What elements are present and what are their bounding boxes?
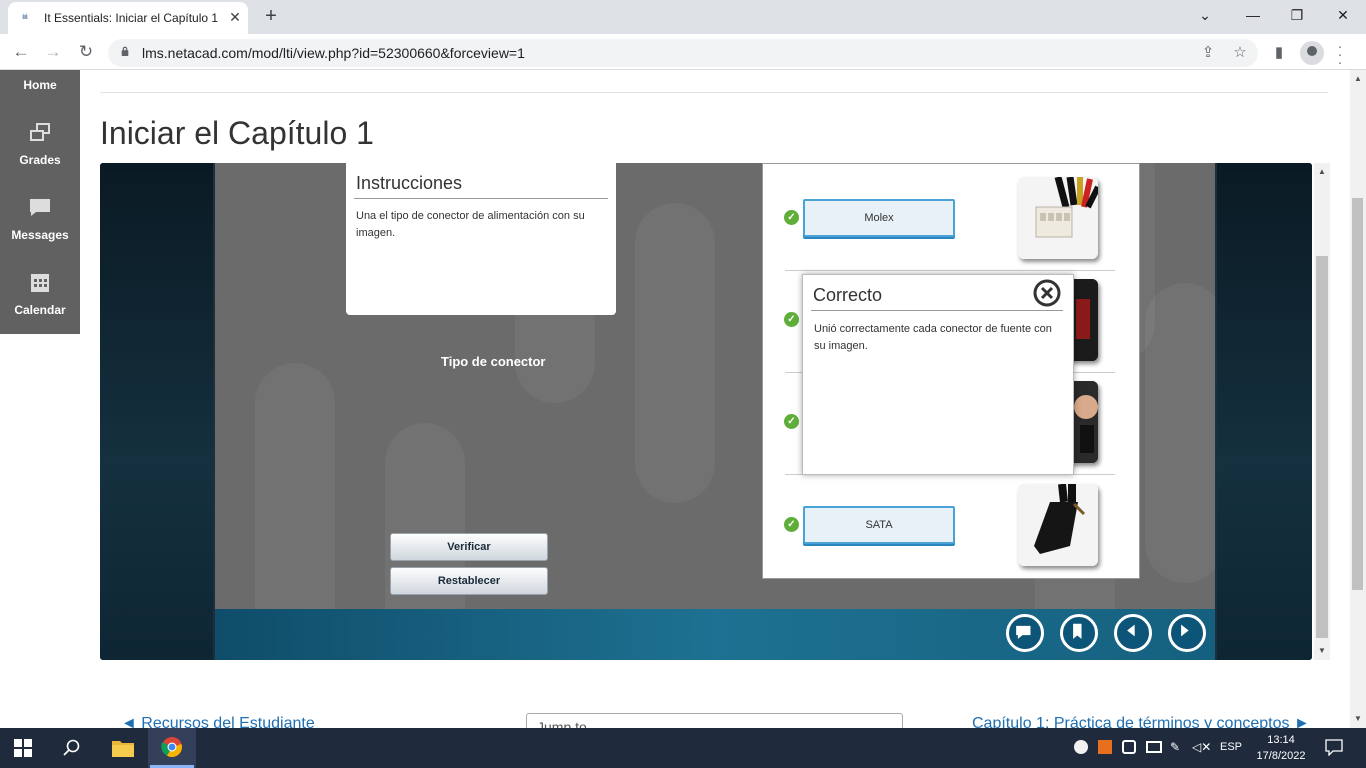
clock-time: 13:14 xyxy=(1267,734,1295,746)
scroll-down-icon[interactable]: ▼ xyxy=(1350,712,1366,726)
connector-button-sata[interactable]: SATA xyxy=(803,506,955,544)
page-scrollbar-thumb[interactable] xyxy=(1352,198,1363,590)
url-text[interactable]: lms.netacad.com/mod/lti/view.php?id=5230… xyxy=(142,45,525,61)
close-icon[interactable] xyxy=(1032,278,1062,308)
instructions-text: Una el tipo de conector de alimentación … xyxy=(356,210,585,239)
side-panel-icon[interactable]: ▮ xyxy=(1269,44,1289,62)
sidebar-item-home[interactable]: Home xyxy=(0,78,80,92)
verify-button[interactable]: Verificar xyxy=(390,533,548,561)
app-tray-icon[interactable] xyxy=(1098,740,1112,754)
minimize-button[interactable]: — xyxy=(1238,5,1268,25)
divider xyxy=(785,270,1115,271)
instructions-title: Instrucciones xyxy=(356,173,463,193)
search-icon[interactable] xyxy=(63,739,81,757)
frame-scroll-down-icon[interactable]: ▼ xyxy=(1314,644,1330,658)
messages-icon[interactable] xyxy=(28,197,52,219)
reload-button[interactable]: ↻ xyxy=(74,40,98,64)
feedback-modal: Correcto Unió correctamente cada conecto… xyxy=(802,274,1074,475)
close-window-button[interactable]: ✕ xyxy=(1328,5,1358,25)
chrome-icon[interactable] xyxy=(161,736,183,758)
pen-tray-icon[interactable]: ✎ xyxy=(1170,740,1184,754)
cisco-favicon-icon: ılıılı xyxy=(22,14,28,21)
lock-icon[interactable] xyxy=(120,46,130,56)
check-icon: ✓ xyxy=(784,414,799,429)
divider xyxy=(811,310,1063,311)
feedback-title: Correcto xyxy=(813,285,883,305)
language-indicator[interactable]: ESP xyxy=(1220,741,1242,753)
windows-start-icon[interactable] xyxy=(14,739,32,757)
reset-button[interactable]: Restablecer xyxy=(390,567,548,595)
frame-right-background xyxy=(1217,163,1312,660)
volume-muted-icon[interactable]: ◁✕ xyxy=(1192,740,1211,754)
check-icon: ✓ xyxy=(784,517,799,532)
instructions-box: Instrucciones Una el tipo de conector de… xyxy=(346,163,616,315)
bookmark-icon[interactable] xyxy=(1060,614,1098,652)
calendar-icon[interactable] xyxy=(28,272,52,294)
divider xyxy=(100,92,1328,93)
check-icon: ✓ xyxy=(784,312,799,327)
share-icon[interactable]: ⇪ xyxy=(1198,44,1218,62)
molex-connector-image[interactable] xyxy=(1018,177,1098,259)
browser-tab[interactable]: ılıılı It Essentials: Iniciar el Capítul… xyxy=(8,2,248,34)
notifications-icon[interactable] xyxy=(1325,739,1343,756)
restore-button[interactable]: ❐ xyxy=(1282,5,1312,25)
divider xyxy=(354,198,608,199)
connector-button-molex[interactable]: Molex xyxy=(803,199,955,237)
tab-search-icon[interactable]: ⌄ xyxy=(1190,5,1220,25)
frame-left-background xyxy=(100,163,213,660)
previous-icon[interactable] xyxy=(1114,614,1152,652)
clock-date: 17/8/2022 xyxy=(1256,750,1306,762)
network-icon[interactable] xyxy=(1146,741,1162,753)
sata-connector-image[interactable] xyxy=(1018,484,1098,566)
feedback-text: Unió correctamente cada conector de fuen… xyxy=(814,323,1052,352)
page-title: Iniciar el Capítulo 1 xyxy=(100,115,374,151)
file-explorer-icon[interactable] xyxy=(111,738,135,758)
check-icon: ✓ xyxy=(784,210,799,225)
grades-icon[interactable] xyxy=(28,122,52,144)
camera-tray-icon[interactable] xyxy=(1122,740,1136,754)
menu-kebab-icon[interactable]: · · · xyxy=(1333,39,1347,69)
sidebar-item-calendar[interactable]: Calendar xyxy=(0,303,80,317)
bookmark-star-icon[interactable]: ☆ xyxy=(1230,44,1250,62)
sidebar-item-grades[interactable]: Grades xyxy=(0,153,80,167)
forward-button[interactable]: → xyxy=(41,40,65,64)
back-button[interactable]: ← xyxy=(9,40,33,64)
frame-scrollbar-thumb[interactable] xyxy=(1316,256,1328,638)
frame-scroll-up-icon[interactable]: ▲ xyxy=(1314,165,1330,179)
column-label: Tipo de conector xyxy=(441,354,546,369)
activity-stage: Instrucciones Una el tipo de conector de… xyxy=(215,163,1215,609)
next-icon[interactable] xyxy=(1168,614,1206,652)
security-tray-icon[interactable] xyxy=(1074,740,1088,754)
clock[interactable]: 13:14 17/8/2022 xyxy=(1254,732,1308,764)
scroll-up-icon[interactable]: ▲ xyxy=(1350,72,1366,86)
new-tab-button[interactable]: + xyxy=(260,6,282,28)
comment-icon[interactable] xyxy=(1006,614,1044,652)
sidebar-item-messages[interactable]: Messages xyxy=(0,228,80,242)
tab-close-icon[interactable]: ✕ xyxy=(226,8,244,26)
activity-frame: Instrucciones Una el tipo de conector de… xyxy=(100,163,1312,660)
profile-avatar[interactable] xyxy=(1300,41,1324,65)
tab-title: It Essentials: Iniciar el Capítulo 1 xyxy=(44,11,219,25)
